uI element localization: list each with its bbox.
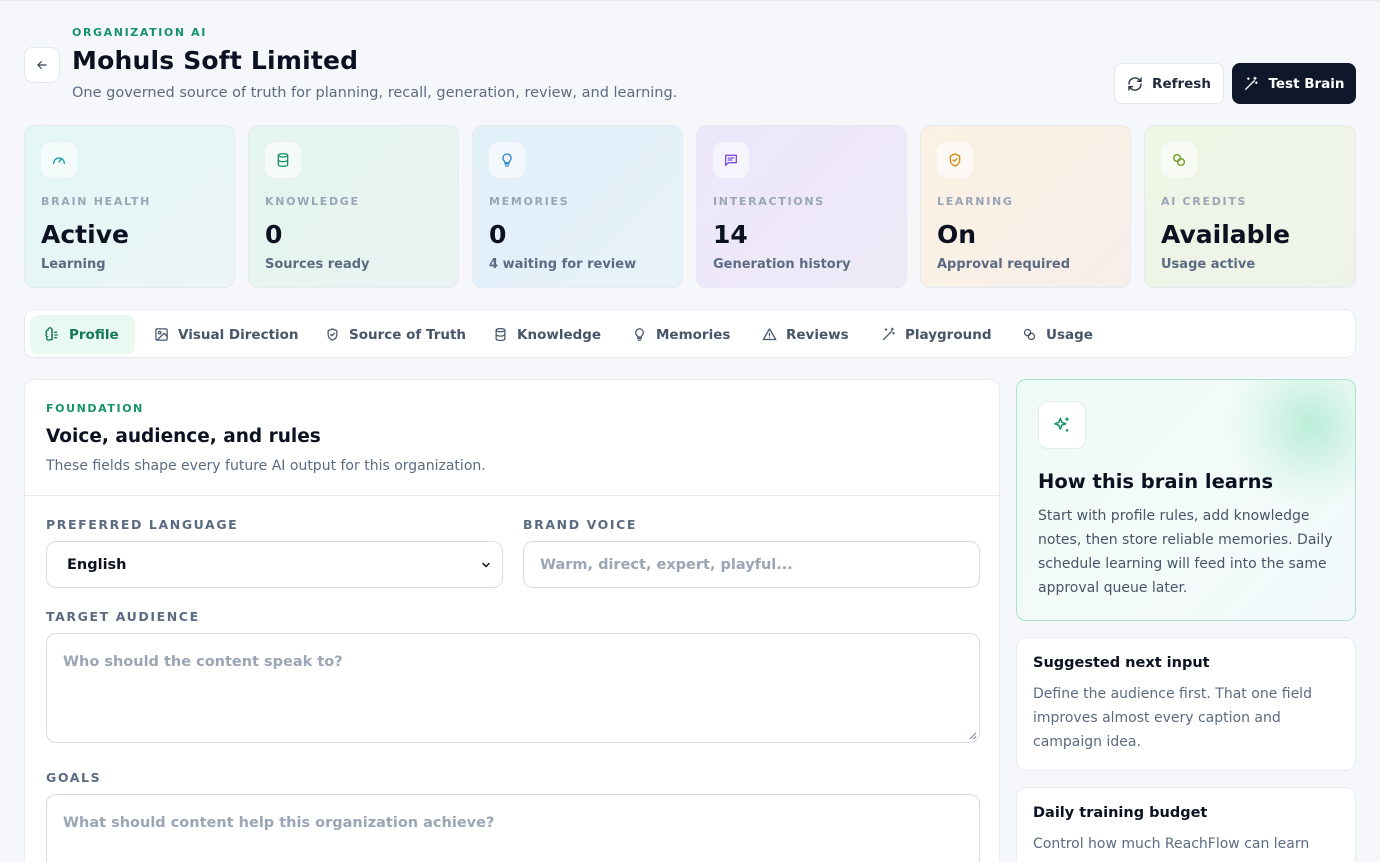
learn-body: Start with profile rules, add knowledge … — [1038, 508, 1333, 596]
budget-card: Daily training budget Control how much R… — [1016, 787, 1356, 862]
stat-label: LEARNING — [937, 195, 1014, 208]
language-label: PREFERRED LANGUAGE — [46, 517, 239, 532]
chevron-down-icon — [482, 562, 490, 567]
goals-label: GOALS — [46, 770, 102, 785]
brand-voice-input[interactable]: Warm, direct, expert, playful... — [523, 541, 980, 588]
budget-title: Daily training budget — [1033, 805, 1208, 821]
foundation-card: FOUNDATION Voice, audience, and rules Th… — [24, 379, 1000, 862]
stat-value: 0 — [489, 220, 507, 249]
refresh-label: Refresh — [1152, 75, 1211, 92]
brand-voice-label: BRAND VOICE — [523, 517, 638, 532]
tab-label: Profile — [69, 326, 119, 343]
top-border — [0, 0, 1380, 1]
back-button[interactable] — [24, 47, 60, 83]
tab-usage[interactable]: Usage — [1022, 315, 1093, 354]
tab-label: Knowledge — [517, 326, 602, 343]
tab-label: Source of Truth — [349, 326, 467, 343]
brain-icon — [45, 326, 58, 341]
page-title: Mohuls Soft Limited — [72, 46, 359, 75]
section-divider — [25, 495, 999, 496]
budget-body: Control how much ReachFlow can learn — [1033, 836, 1310, 852]
goals-textarea[interactable]: What should content help this organizati… — [46, 794, 980, 862]
tab-source-of-truth[interactable]: Source of Truth — [325, 315, 466, 354]
lightbulb-icon — [489, 142, 525, 178]
coins-icon — [1161, 142, 1197, 178]
wand-icon — [1245, 76, 1259, 90]
stat-card-learning: LEARNING On Approval required — [920, 125, 1131, 288]
tab-visual-direction[interactable]: Visual Direction — [154, 315, 299, 354]
goals-placeholder: What should content help this organizati… — [63, 815, 495, 831]
stat-card-interactions: INTERACTIONS 14 Generation history — [696, 125, 907, 288]
stat-value: 0 — [265, 220, 283, 249]
stat-label: AI CREDITS — [1161, 195, 1248, 208]
database-icon — [495, 327, 506, 342]
audience-label: TARGET AUDIENCE — [46, 609, 200, 624]
stat-card-memories: MEMORIES 0 4 waiting for review — [472, 125, 683, 288]
stat-value: On — [937, 220, 977, 249]
gauge-icon — [41, 142, 77, 178]
tab-reviews[interactable]: Reviews — [762, 315, 849, 354]
tab-memories[interactable]: Memories — [632, 315, 730, 354]
coins-icon — [1023, 328, 1036, 341]
tab-label: Reviews — [786, 326, 849, 343]
image-icon — [155, 328, 168, 341]
tab-label: Playground — [905, 326, 992, 343]
section-title: Voice, audience, and rules — [46, 426, 321, 447]
shield-check-icon — [937, 142, 973, 178]
section-description: These fields shape every future AI outpu… — [46, 458, 486, 474]
warning-icon — [762, 328, 777, 341]
learn-title: How this brain learns — [1038, 470, 1274, 493]
tab-label: Usage — [1046, 326, 1093, 343]
stat-sub: Generation history — [713, 257, 851, 272]
stat-value: 14 — [713, 220, 748, 249]
test-brain-label: Test Brain — [1268, 75, 1345, 92]
database-icon — [265, 142, 301, 178]
language-value: English — [67, 556, 127, 573]
tab-profile[interactable]: Profile — [30, 315, 135, 354]
learn-card: How this brain learns Start with profile… — [1016, 379, 1356, 621]
refresh-button[interactable]: Refresh — [1114, 63, 1224, 104]
sparkle-icon — [1038, 401, 1086, 449]
stat-card-ai-credits: AI CREDITS Available Usage active — [1144, 125, 1356, 288]
brand-voice-placeholder: Warm, direct, expert, playful... — [540, 556, 793, 573]
eyebrow-label: ORGANIZATION AI — [72, 26, 207, 39]
stat-card-brain-health: BRAIN HEALTH Active Learning — [24, 125, 235, 288]
stat-sub: Sources ready — [265, 257, 370, 272]
stat-label: BRAIN HEALTH — [41, 195, 152, 208]
tab-bar: Profile Visual Direction Source of Truth… — [24, 309, 1356, 358]
stat-label: KNOWLEDGE — [265, 195, 360, 208]
tab-knowledge[interactable]: Knowledge — [493, 315, 601, 354]
stat-sub: 4 waiting for review — [489, 257, 637, 272]
audience-textarea[interactable]: Who should the content speak to? — [46, 633, 980, 743]
stat-sub: Usage active — [1161, 257, 1256, 272]
stat-sub: Learning — [41, 257, 106, 272]
stat-card-knowledge: KNOWLEDGE 0 Sources ready — [248, 125, 459, 288]
lightbulb-icon — [635, 328, 644, 341]
resize-handle-icon[interactable] — [968, 731, 977, 740]
stat-label: INTERACTIONS — [713, 195, 825, 208]
refresh-icon — [1128, 76, 1142, 91]
tab-label: Memories — [656, 326, 731, 343]
suggested-card: Suggested next input Define the audience… — [1016, 637, 1356, 771]
page-subtitle: One governed source of truth for plannin… — [72, 85, 678, 101]
stat-sub: Approval required — [937, 257, 1071, 272]
tab-label: Visual Direction — [178, 326, 299, 343]
test-brain-button[interactable]: Test Brain — [1232, 63, 1356, 104]
tab-playground[interactable]: Playground — [881, 315, 992, 354]
stat-value: Available — [1161, 220, 1291, 249]
section-eyebrow: FOUNDATION — [46, 402, 144, 415]
language-select[interactable]: English — [46, 541, 503, 588]
audience-placeholder: Who should the content speak to? — [63, 654, 343, 670]
suggested-title: Suggested next input — [1033, 655, 1210, 671]
suggested-body: Define the audience first. That one fiel… — [1033, 686, 1312, 750]
message-icon — [713, 142, 749, 178]
stat-label: MEMORIES — [489, 195, 570, 208]
arrow-left-icon — [37, 60, 47, 70]
wand-icon — [882, 327, 895, 341]
shield-check-icon — [327, 328, 338, 341]
stat-value: Active — [41, 220, 129, 249]
